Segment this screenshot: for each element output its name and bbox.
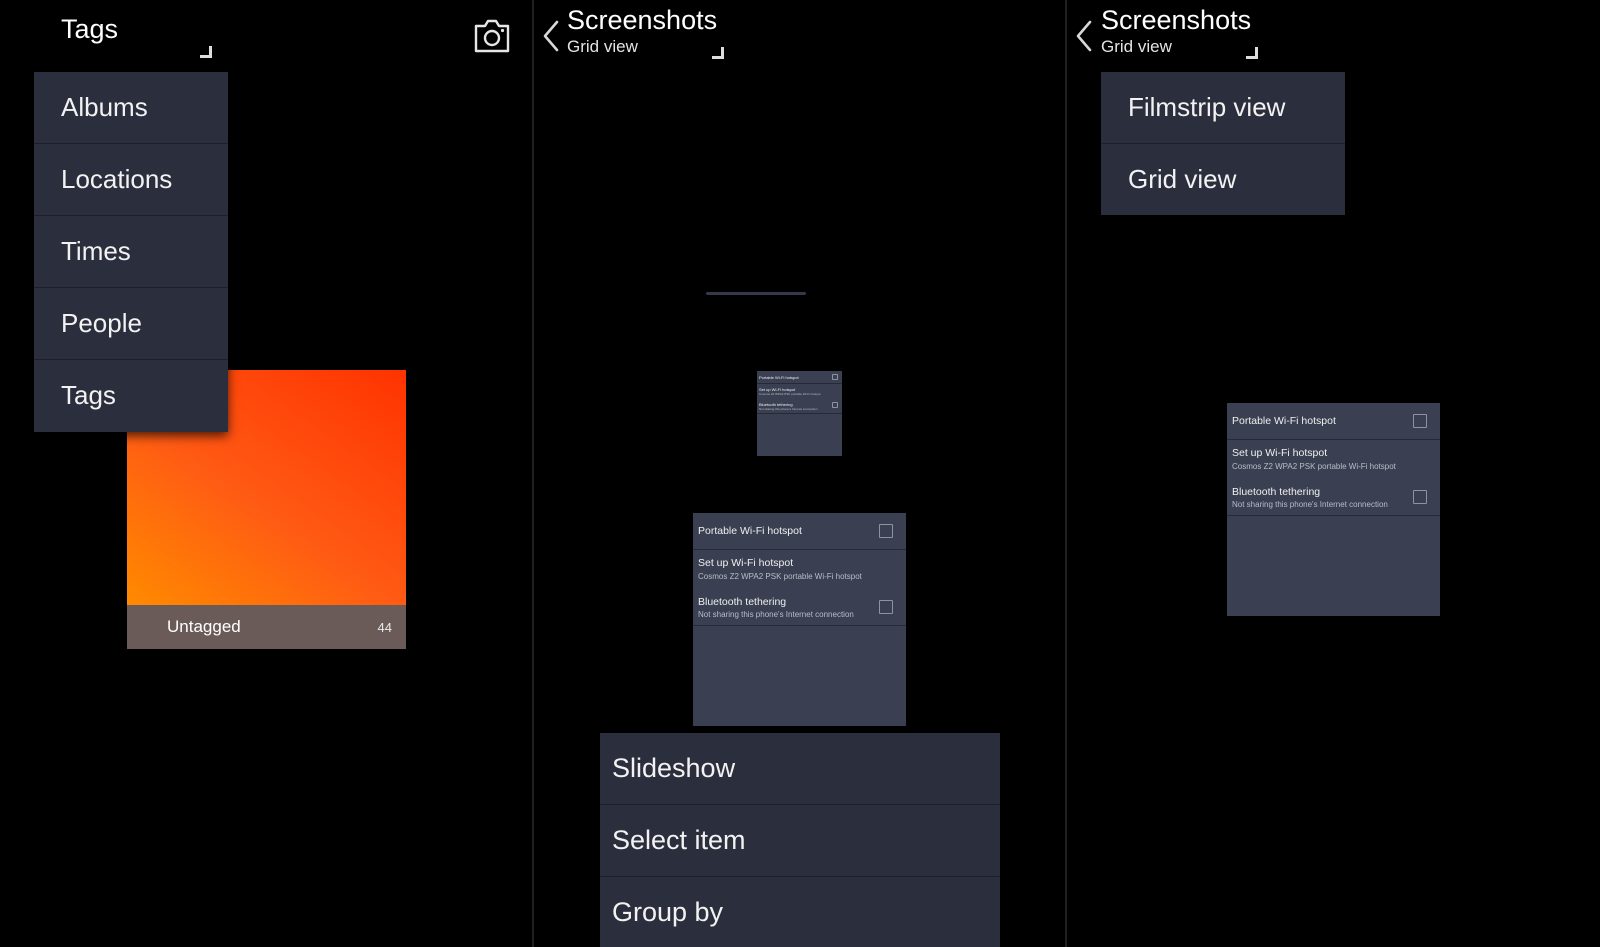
thumb-row-title: Bluetooth tethering: [1232, 486, 1321, 498]
album-title[interactable]: Screenshots: [567, 5, 717, 36]
thumb-row-title: Bluetooth tethering: [698, 596, 787, 608]
thumb-divider: [757, 383, 842, 384]
checkbox-icon: [879, 524, 893, 538]
screenshots-view-mode-screen: Screenshots Grid view Filmstrip view Gri…: [1067, 0, 1600, 947]
menu-item-select-item[interactable]: Select item: [600, 805, 1000, 876]
thumb-row-title: Set up Wi-Fi hotspot: [1232, 447, 1328, 459]
menu-item-people[interactable]: People: [34, 288, 228, 359]
dropdown-corner-icon[interactable]: [200, 46, 212, 58]
dropdown-corner-icon[interactable]: [1246, 47, 1258, 59]
camera-icon[interactable]: [473, 18, 511, 54]
page-title[interactable]: Tags: [61, 14, 118, 45]
photo-thumbnail[interactable]: Portable Wi-Fi hotspot Set up Wi-Fi hots…: [757, 371, 842, 456]
screenshots-album-screen: Screenshots Grid view Portable Wi-Fi hot…: [534, 0, 1065, 947]
thumb-divider: [1227, 439, 1440, 440]
checkbox-icon: [832, 402, 838, 408]
checkbox-icon: [1413, 414, 1427, 428]
menu-item-slideshow[interactable]: Slideshow: [600, 733, 1000, 804]
thumb-row-subtitle: Not sharing this phone's Internet connec…: [1232, 500, 1388, 509]
thumb-row-title: Set up Wi-Fi hotspot: [698, 557, 794, 569]
menu-item-label: Filmstrip view: [1128, 92, 1286, 122]
menu-item-filmstrip-view[interactable]: Filmstrip view: [1101, 72, 1345, 143]
loading-bar: [706, 292, 806, 295]
back-arrow-icon[interactable]: [540, 18, 562, 54]
thumb-divider: [693, 549, 906, 550]
tile-caption: Untagged 44: [127, 605, 406, 649]
menu-item-label: Slideshow: [612, 753, 736, 783]
menu-item-albums[interactable]: Albums: [34, 72, 228, 143]
checkbox-icon: [1413, 490, 1427, 504]
menu-item-label: Tags: [61, 380, 116, 410]
thumb-row-subtitle: Not sharing this phone's Internet connec…: [698, 610, 854, 619]
thumb-row-subtitle: Cosmos Z2 WPA2 PSK portable Wi-Fi hotspo…: [759, 392, 821, 396]
menu-item-label: Locations: [61, 164, 173, 194]
thumb-row-title: Portable Wi-Fi hotspot: [759, 375, 799, 380]
menu-item-label: Select item: [612, 825, 746, 855]
checkbox-icon: [879, 600, 893, 614]
thumb-divider: [1227, 515, 1440, 516]
overflow-menu: Slideshow Select item Group by: [600, 733, 1000, 947]
menu-item-group-by[interactable]: Group by: [600, 877, 1000, 947]
photo-thumbnail[interactable]: Portable Wi-Fi hotspot Set up Wi-Fi hots…: [1227, 403, 1440, 616]
thumb-divider: [693, 625, 906, 626]
back-arrow-icon[interactable]: [1073, 18, 1095, 54]
thumb-row-title: Portable Wi-Fi hotspot: [1232, 415, 1336, 427]
checkbox-icon: [832, 374, 838, 380]
menu-item-label: Times: [61, 236, 131, 266]
album-title[interactable]: Screenshots: [1101, 5, 1251, 36]
dropdown-corner-icon[interactable]: [712, 47, 724, 59]
menu-item-tags[interactable]: Tags: [34, 360, 228, 431]
tile-label: Untagged: [167, 617, 241, 636]
view-mode-menu: Filmstrip view Grid view: [1101, 72, 1345, 215]
thumb-row-subtitle: Cosmos Z2 WPA2 PSK portable Wi-Fi hotspo…: [698, 572, 862, 581]
menu-item-label: Group by: [612, 897, 724, 927]
menu-item-label: Albums: [61, 92, 148, 122]
thumb-divider: [757, 413, 842, 414]
tile-count: 44: [377, 620, 392, 635]
menu-item-times[interactable]: Times: [34, 216, 228, 287]
menu-item-grid-view[interactable]: Grid view: [1101, 144, 1345, 215]
menu-item-locations[interactable]: Locations: [34, 144, 228, 215]
thumb-row-subtitle: Not sharing this phone's Internet connec…: [759, 407, 818, 411]
album-subtitle: Grid view: [567, 37, 638, 56]
photo-thumbnail-selected[interactable]: Portable Wi-Fi hotspot Set up Wi-Fi hots…: [693, 513, 906, 726]
album-subtitle: Grid view: [1101, 37, 1172, 56]
tags-screen: Tags Untagged 44 Albums Locations Times …: [0, 0, 532, 947]
view-type-menu: Albums Locations Times People Tags: [34, 72, 228, 432]
thumb-row-title: Portable Wi-Fi hotspot: [698, 525, 802, 537]
menu-item-label: Grid view: [1128, 164, 1237, 194]
menu-item-label: People: [61, 308, 142, 338]
thumb-row-subtitle: Cosmos Z2 WPA2 PSK portable Wi-Fi hotspo…: [1232, 462, 1396, 471]
